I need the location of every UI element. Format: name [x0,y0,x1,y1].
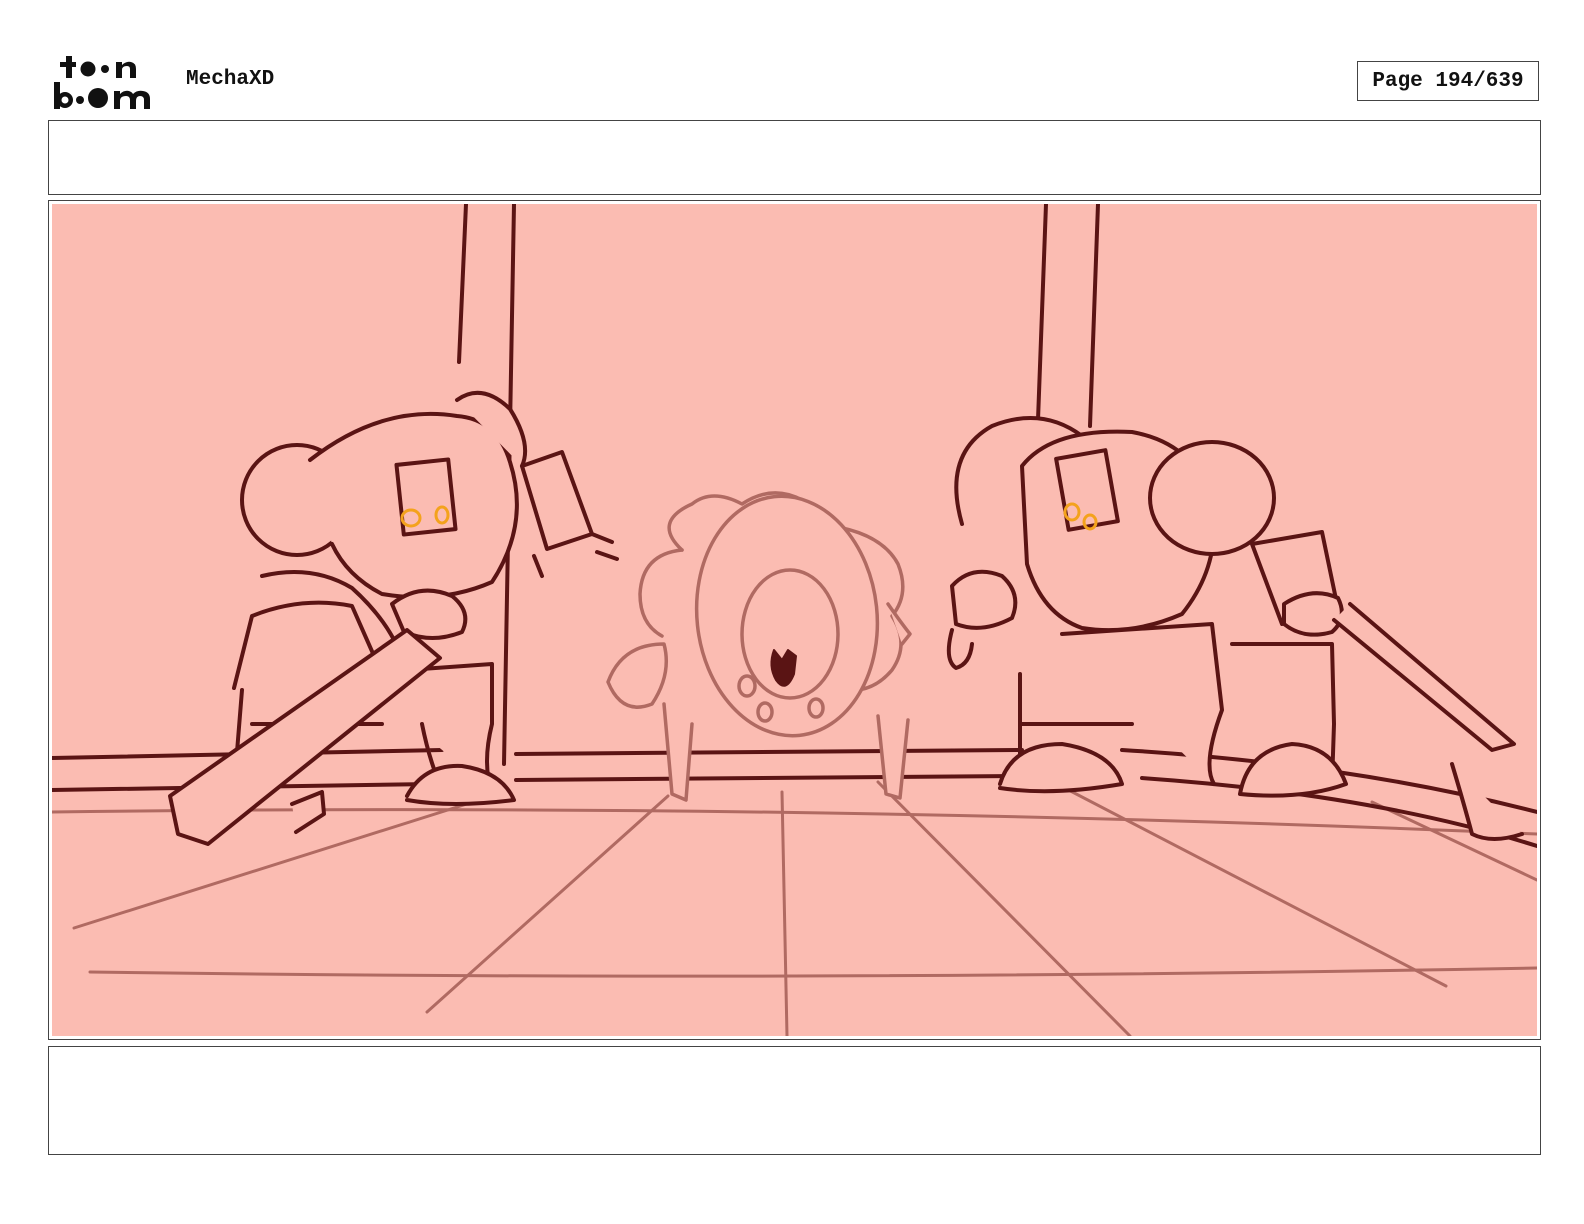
dialogue-caption-box [48,120,1541,195]
project-title: MechaXD [186,68,275,91]
action-notes-box [48,1046,1541,1155]
page-counter: Page 194/639 [1357,61,1539,101]
toon-boom-logo [54,56,150,109]
storyboard-panel [48,200,1541,1040]
panel-drawing [52,204,1537,1036]
